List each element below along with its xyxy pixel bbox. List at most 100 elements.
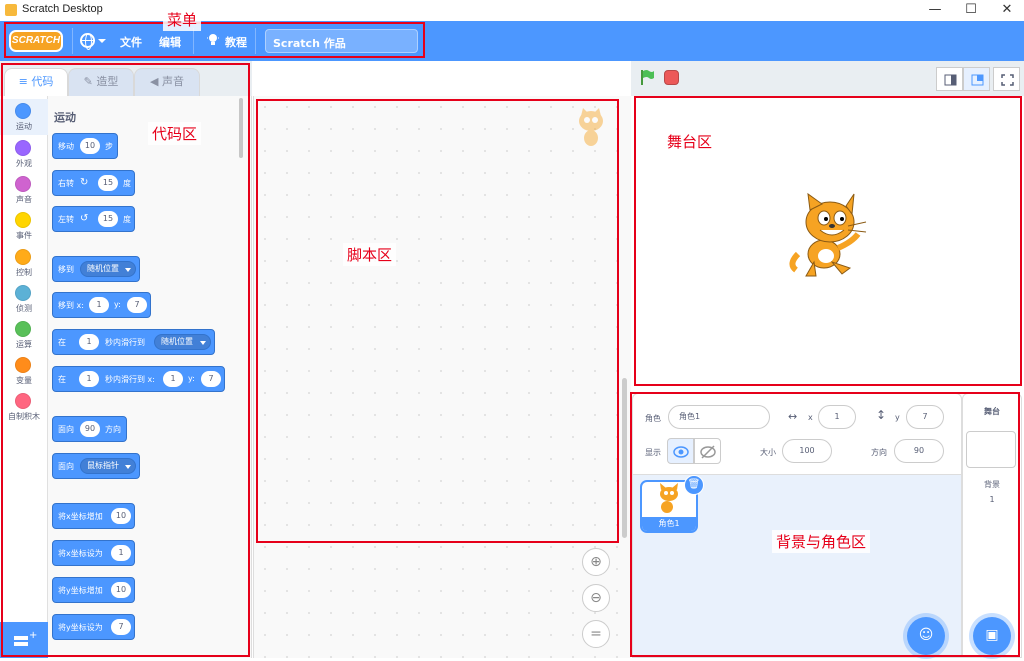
size-input[interactable]: 100 — [782, 439, 832, 463]
tab-code[interactable]: ≡ 代码 — [4, 68, 68, 96]
stop-button[interactable] — [664, 70, 679, 85]
add-sprite-button[interactable]: ☺ — [907, 617, 945, 655]
extension-icon: + — [14, 630, 37, 646]
block-input[interactable]: 15 — [98, 211, 118, 227]
hide-sprite-button[interactable] — [694, 438, 721, 464]
zoom-out-button[interactable]: ⊖ — [582, 584, 610, 612]
menu-divider — [255, 28, 256, 54]
block-input[interactable]: 1 — [79, 334, 99, 350]
block-text: 将y坐标增加 — [58, 586, 103, 595]
small-stage-icon — [944, 74, 957, 86]
block-input[interactable]: 7 — [111, 619, 131, 635]
block-point-towards[interactable]: 面向 鼠标指针 — [52, 453, 140, 479]
category-my-blocks[interactable]: 自制积木 — [0, 389, 48, 425]
cat-plus-icon: ☺ — [918, 627, 934, 643]
file-menu[interactable]: 文件 — [120, 34, 142, 50]
script-scrollbar[interactable] — [622, 378, 627, 538]
block-set-x[interactable]: 将x坐标设为 1 — [52, 540, 135, 566]
block-text: 在 — [58, 338, 66, 347]
scratch-logo[interactable]: SCRATCH — [9, 30, 63, 52]
project-title-input[interactable]: Scratch 作品 — [265, 29, 418, 53]
block-input[interactable]: 7 — [127, 297, 147, 313]
category-looks[interactable]: 外观 — [0, 136, 48, 172]
close-button[interactable]: ✕ — [992, 0, 1022, 21]
block-turn-left[interactable]: 左转 ↺ 15 度 — [52, 206, 135, 232]
block-text: 面向 — [58, 462, 74, 471]
category-label: 事件 — [16, 231, 32, 240]
large-stage-button[interactable] — [963, 67, 990, 91]
category-operators[interactable]: 运算 — [0, 317, 48, 353]
small-stage-button[interactable] — [936, 67, 963, 91]
zoom-reset-button[interactable]: = — [582, 620, 610, 648]
edit-menu[interactable]: 编辑 — [159, 34, 181, 50]
category-events[interactable]: 事件 — [0, 208, 48, 244]
block-input[interactable]: 90 — [80, 421, 100, 437]
direction-input[interactable]: 90 — [894, 439, 944, 463]
stage-thumbnail[interactable] — [966, 431, 1016, 468]
tutorials-menu[interactable]: 教程 — [225, 34, 247, 50]
y-input[interactable]: 7 — [906, 405, 944, 429]
globe-icon[interactable] — [80, 33, 95, 50]
block-point-direction[interactable]: 面向 90 方向 — [52, 416, 127, 442]
block-change-x[interactable]: 将x坐标增加 10 — [52, 503, 135, 529]
block-input[interactable]: 10 — [80, 138, 100, 154]
vertical-arrows-icon: ↕ — [876, 408, 887, 422]
block-text: 在 — [58, 375, 66, 384]
block-turn-right[interactable]: 右转 ↻ 15 度 — [52, 170, 135, 196]
x-input[interactable]: 1 — [818, 405, 856, 429]
dropdown-value: 随机位置 — [87, 264, 119, 273]
block-input[interactable]: 1 — [79, 371, 99, 387]
block-input[interactable]: 1 — [89, 297, 109, 313]
sprite-name-input[interactable]: 角色1 — [668, 405, 770, 429]
menu-divider — [193, 28, 194, 54]
code-icon: ≡ — [18, 75, 32, 88]
palette-scrollbar[interactable] — [239, 98, 243, 158]
annotation-label-sprites: 背景与角色区 — [772, 530, 871, 553]
block-set-y[interactable]: 将y坐标设为 7 — [52, 614, 135, 640]
tab-costumes[interactable]: ✎ 造型 — [68, 68, 134, 96]
rotate-right-icon: ↻ — [80, 177, 89, 188]
block-input[interactable]: 15 — [98, 175, 118, 191]
category-motion[interactable]: 运动 — [0, 99, 48, 135]
block-input[interactable]: 1 — [163, 371, 183, 387]
block-goto-xy[interactable]: 移到 x: 1 y: 7 — [52, 292, 151, 318]
green-flag-icon[interactable] — [639, 69, 655, 85]
minimize-button[interactable]: — — [920, 0, 950, 21]
delete-sprite-button[interactable]: 🗑 — [684, 475, 704, 495]
block-move-steps[interactable]: 移动 10 步 — [52, 133, 118, 159]
category-label: 侦测 — [16, 304, 32, 313]
category-label: 外观 — [16, 159, 32, 168]
block-input[interactable]: 7 — [201, 371, 221, 387]
eye-icon — [673, 446, 689, 458]
category-sensing[interactable]: 侦测 — [0, 281, 48, 317]
cat-sprite[interactable] — [788, 192, 868, 280]
fullscreen-button[interactable] — [993, 67, 1020, 91]
show-sprite-button[interactable] — [667, 438, 694, 464]
maximize-button[interactable]: ☐ — [956, 0, 986, 21]
block-glide-to[interactable]: 在 1 秒内滑行到 随机位置 — [52, 329, 215, 355]
category-label: 声音 — [16, 195, 32, 204]
block-text: 度 — [123, 215, 131, 224]
block-goto[interactable]: 移到 随机位置 — [52, 256, 140, 282]
block-text: 将x坐标设为 — [58, 549, 103, 558]
block-input[interactable]: 10 — [111, 582, 131, 598]
category-control[interactable]: 控制 — [0, 245, 48, 281]
add-backdrop-button[interactable]: ▣ — [973, 617, 1011, 655]
backdrops-label: 背景 — [984, 480, 1000, 489]
tab-code-label: 代码 — [31, 75, 54, 88]
block-text: y: — [114, 300, 121, 309]
zoom-in-button[interactable]: ⊕ — [582, 548, 610, 576]
category-variables[interactable]: 变量 — [0, 353, 48, 389]
block-input[interactable]: 1 — [111, 545, 131, 561]
block-text: 移到 x: — [58, 301, 84, 310]
category-label: 运算 — [16, 340, 32, 349]
add-extension-button[interactable]: + — [0, 622, 48, 658]
block-input[interactable]: 10 — [111, 508, 131, 524]
block-text: 步 — [105, 142, 113, 151]
block-change-y[interactable]: 将y坐标增加 10 — [52, 577, 135, 603]
annotation-label-stage: 舞台区 — [663, 130, 717, 153]
tab-sounds[interactable]: ◀ 声音 — [134, 68, 200, 96]
block-glide-xy[interactable]: 在 1 秒内滑行到 x: 1 y: 7 — [52, 366, 225, 392]
script-area[interactable] — [253, 96, 631, 658]
category-sound[interactable]: 声音 — [0, 172, 48, 208]
